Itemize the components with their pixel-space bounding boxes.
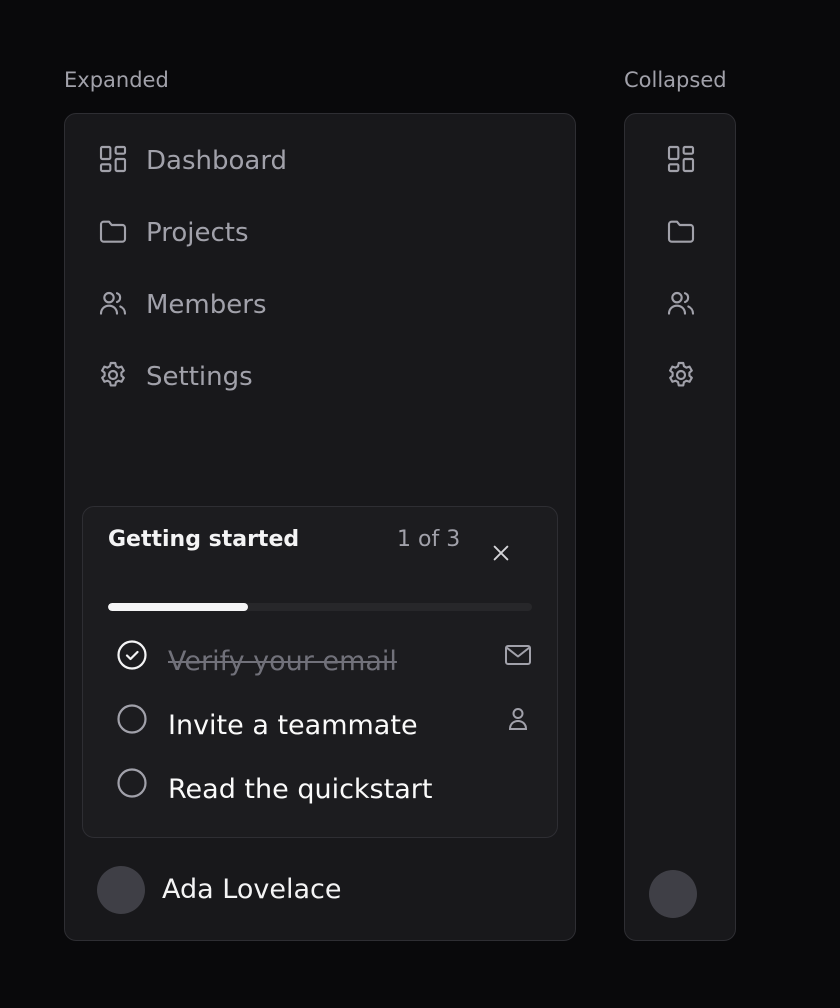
avatar[interactable] <box>649 870 697 918</box>
task-read-quickstart[interactable]: Read the quickstart <box>116 767 534 807</box>
sidebar-item-settings[interactable]: Settings <box>97 353 253 401</box>
avatar <box>97 866 145 914</box>
card-title: Getting started <box>108 527 300 552</box>
progress-count: 1 of 3 <box>397 527 461 552</box>
unchecked-circle-icon[interactable] <box>116 767 148 799</box>
collapsed-caption: Collapsed <box>624 68 727 92</box>
user-profile[interactable]: Ada Lovelace <box>97 864 341 916</box>
task-label: Verify your email <box>168 646 397 677</box>
dashboard-icon <box>665 143 697 179</box>
gear-icon <box>665 359 697 395</box>
users-icon <box>97 287 129 323</box>
sidebar-collapsed <box>624 113 736 941</box>
task-label: Invite a teammate <box>168 710 418 741</box>
getting-started-card: Getting started 1 of 3 Verify your email <box>82 506 558 838</box>
user-name: Ada Lovelace <box>162 874 342 905</box>
sidebar-item-label: Dashboard <box>146 146 288 176</box>
unchecked-circle-icon[interactable] <box>116 703 148 735</box>
sidebar-expanded: Dashboard Projects Members Settings Gett… <box>64 113 576 941</box>
close-icon <box>490 542 512 568</box>
dashboard-icon <box>97 143 129 179</box>
user-icon <box>502 703 534 735</box>
gear-icon <box>97 359 129 395</box>
sidebar-item-dashboard[interactable]: Dashboard <box>97 137 287 185</box>
task-label: Read the quickstart <box>168 774 433 805</box>
sidebar-icon-members[interactable] <box>657 281 705 329</box>
sidebar-item-label: Settings <box>146 362 253 392</box>
sidebar-item-label: Members <box>146 290 267 320</box>
progress-track <box>108 603 532 611</box>
sidebar-item-projects[interactable]: Projects <box>97 209 249 257</box>
sidebar-icon-settings[interactable] <box>657 353 705 401</box>
expanded-caption: Expanded <box>64 68 169 92</box>
progress-fill <box>108 603 248 611</box>
task-verify-email[interactable]: Verify your email <box>116 639 534 679</box>
folder-icon <box>665 215 697 251</box>
users-icon <box>665 287 697 323</box>
sidebar-icon-projects[interactable] <box>657 209 705 257</box>
sidebar-item-label: Projects <box>146 218 249 248</box>
checked-circle-icon[interactable] <box>116 639 148 671</box>
folder-icon <box>97 215 129 251</box>
sidebar-item-members[interactable]: Members <box>97 281 267 329</box>
mail-icon <box>502 639 534 671</box>
close-card-button[interactable] <box>483 537 519 573</box>
sidebar-icon-dashboard[interactable] <box>657 137 705 185</box>
task-invite-teammate[interactable]: Invite a teammate <box>116 703 534 743</box>
